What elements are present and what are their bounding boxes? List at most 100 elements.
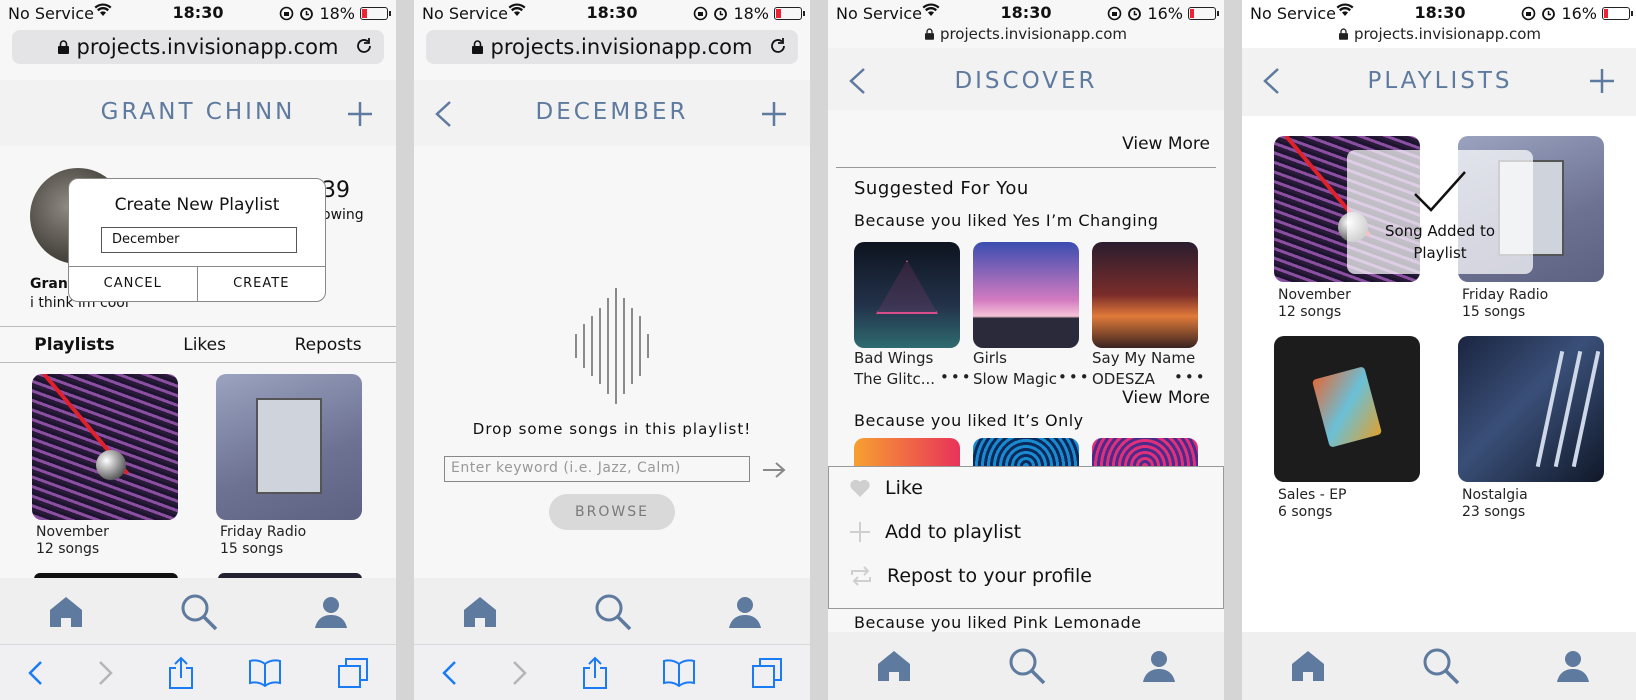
rotation-lock-icon <box>1522 6 1536 21</box>
battery-level <box>362 9 367 18</box>
lock-icon <box>1338 28 1348 40</box>
back-arrow-icon[interactable] <box>27 660 43 686</box>
address-bar[interactable]: projects.invisionapp.com <box>12 30 384 64</box>
battery-percent: 18% <box>319 4 355 23</box>
battery-level <box>1604 9 1609 18</box>
reload-icon[interactable] <box>768 36 788 56</box>
battery-icon <box>1188 7 1219 20</box>
battery-icon <box>360 7 391 20</box>
playlist-name-input[interactable]: December <box>101 227 297 253</box>
view-more-link[interactable]: View More <box>1122 388 1210 408</box>
search-icon[interactable] <box>1008 647 1046 685</box>
bookmarks-icon[interactable] <box>662 658 696 687</box>
album-art-november[interactable] <box>32 374 178 520</box>
album-art-partial <box>854 438 960 466</box>
menu-item-label: Repost to your profile <box>887 565 1093 587</box>
battery-percent: 16% <box>1147 4 1183 23</box>
nav-bar: GRANT CHINN <box>0 80 396 146</box>
album-art-sales-ep[interactable] <box>1274 336 1420 482</box>
keyword-input[interactable]: Enter keyword (i.e. Jazz, Calm) <box>444 456 750 482</box>
heart-icon <box>850 479 870 497</box>
menu-item-label: Add to playlist <box>885 521 1022 543</box>
profile-icon[interactable] <box>728 595 762 629</box>
section-title: Suggested For You <box>854 178 1029 199</box>
search-icon[interactable] <box>180 593 218 631</box>
tab-likes[interactable]: Likes <box>183 335 226 355</box>
alarm-icon <box>714 7 728 21</box>
profile-icon[interactable] <box>1142 649 1176 683</box>
sound-wave-icon <box>575 288 649 404</box>
menu-item-like[interactable]: Like <box>849 477 923 499</box>
menu-item-add-to-playlist[interactable]: Add to playlist <box>849 521 1021 543</box>
tab-playlists[interactable]: Playlists <box>34 335 114 355</box>
status-bar: No Service 18:30 18% <box>414 0 810 26</box>
album-art-nostalgia[interactable] <box>1458 336 1604 482</box>
share-icon[interactable] <box>168 656 194 690</box>
bookmarks-icon[interactable] <box>248 658 282 687</box>
home-icon[interactable] <box>1290 649 1326 683</box>
status-bar: No Service 18:30 16% <box>1242 0 1636 26</box>
create-button[interactable]: CREATE <box>198 267 326 301</box>
home-icon[interactable] <box>876 649 912 683</box>
album-art-bad-wings[interactable] <box>854 242 960 348</box>
status-bar: No Service 18:30 16% <box>828 0 1224 26</box>
playlist-name: Friday Radio <box>1462 287 1549 303</box>
battery-percent: 16% <box>1561 4 1597 23</box>
song-title: Girls <box>973 349 1007 367</box>
tab-bar <box>828 632 1224 700</box>
lock-icon <box>57 40 69 54</box>
playlist-name: Friday Radio <box>220 524 307 540</box>
battery-percent: 18% <box>733 4 769 23</box>
profile-icon[interactable] <box>314 595 348 629</box>
nav-bar: DECEMBER <box>414 80 810 146</box>
lock-icon <box>471 40 483 54</box>
album-art-girls[interactable] <box>973 242 1079 348</box>
search-icon[interactable] <box>1422 647 1460 685</box>
safari-toolbar <box>414 644 810 700</box>
status-bar: No Service 18:30 18% <box>0 0 396 26</box>
arrow-right-icon[interactable] <box>762 461 786 479</box>
playlist-count: 6 songs <box>1278 504 1333 520</box>
page-title: DISCOVER <box>954 68 1098 94</box>
address-bar[interactable]: projects.invisionapp.com <box>828 25 1224 43</box>
search-icon[interactable] <box>594 593 632 631</box>
nav-bar: PLAYLISTS <box>1242 48 1636 116</box>
empty-playlist-screen: No Service 18:30 18% projects.invisionap… <box>414 0 810 700</box>
more-options-icon[interactable]: ••• <box>1058 369 1091 385</box>
address-bar[interactable]: projects.invisionapp.com <box>426 30 798 64</box>
page-title: DECEMBER <box>535 99 689 125</box>
profile-tabs: Playlists Likes Reposts <box>0 326 396 363</box>
address-bar[interactable]: projects.invisionapp.com <box>1242 25 1636 43</box>
home-icon[interactable] <box>462 595 498 629</box>
menu-item-repost[interactable]: Repost to your profile <box>849 565 1092 587</box>
battery-level <box>1190 9 1195 18</box>
album-art-say-my-name[interactable] <box>1092 242 1198 348</box>
page-title: PLAYLISTS <box>1367 68 1513 94</box>
add-icon[interactable] <box>346 100 374 128</box>
tabs-icon[interactable] <box>751 657 783 689</box>
playlist-name: November <box>1278 287 1351 303</box>
nav-bar: DISCOVER <box>828 48 1224 110</box>
more-options-icon[interactable]: ••• <box>940 369 973 385</box>
view-more-link[interactable]: View More <box>1122 134 1210 154</box>
share-icon[interactable] <box>582 656 608 690</box>
tab-bar <box>0 578 396 646</box>
add-icon[interactable] <box>760 100 788 128</box>
add-icon[interactable] <box>1588 67 1616 95</box>
more-options-icon[interactable]: ••• <box>1174 369 1207 385</box>
url-text: projects.invisionapp.com <box>76 35 339 59</box>
song-title: Bad Wings <box>854 349 934 367</box>
profile-icon[interactable] <box>1556 649 1590 683</box>
playlist-count: 23 songs <box>1462 504 1526 520</box>
tab-reposts[interactable]: Reposts <box>295 335 362 355</box>
album-art-friday-radio[interactable] <box>216 374 362 520</box>
home-icon[interactable] <box>48 595 84 629</box>
reload-icon[interactable] <box>354 36 374 56</box>
browse-button[interactable]: BROWSE <box>549 494 675 530</box>
forward-arrow-icon[interactable] <box>512 660 528 686</box>
back-arrow-icon[interactable] <box>441 660 457 686</box>
tabs-icon[interactable] <box>337 657 369 689</box>
cancel-button[interactable]: CANCEL <box>69 267 198 301</box>
tab-bar <box>1242 632 1636 700</box>
forward-arrow-icon[interactable] <box>98 660 114 686</box>
